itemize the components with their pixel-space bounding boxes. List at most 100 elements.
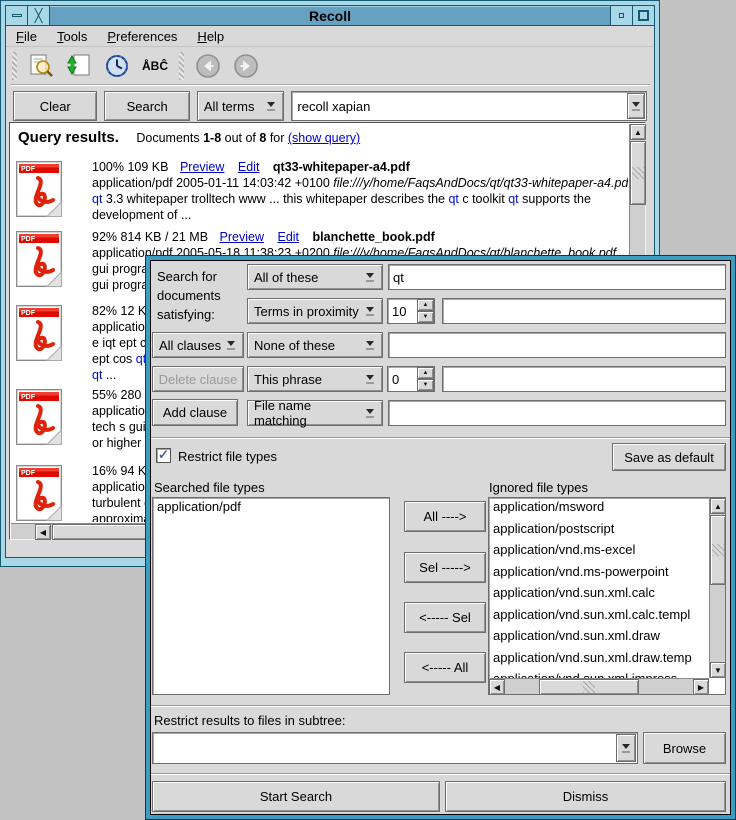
subtree-label: Restrict results to files in subtree: [154,713,345,728]
save-as-default-button[interactable]: Save as default [612,443,726,471]
result-meta: 92% 814 KB / 21 MB [92,230,208,244]
search-button[interactable]: Search [104,91,189,121]
clause-type-combo-5[interactable]: File name matching [247,400,383,426]
list-item[interactable]: application/vnd.ms-powerpoint [489,563,709,585]
clause-value-field-2[interactable] [442,298,726,324]
query-combo-arrow[interactable] [627,93,645,119]
clear-button[interactable]: Clear [13,91,97,121]
result-mime: application/pdf 2005-01-11 14:03:42 +010… [92,176,333,190]
chevron-down-icon [364,375,376,384]
menu-help[interactable]: Help [197,29,224,44]
scroll-left-icon[interactable]: ◀ [35,524,51,540]
move-all-right-button[interactable]: All ----> [404,501,486,532]
menu-file[interactable]: File [16,29,37,44]
move-sel-left-button[interactable]: <----- Sel [404,602,486,633]
forward-icon[interactable] [232,53,260,79]
results-header: Query results. Documents 1-8 out of 8 fo… [18,129,360,146]
pdf-icon[interactable] [16,465,62,521]
toolbar-drag-handle-2[interactable] [179,52,184,80]
menu-preferences[interactable]: Preferences [107,29,177,44]
subtree-combo-arrow[interactable] [616,734,636,762]
pdf-icon[interactable] [16,161,62,217]
searched-file-types-list[interactable]: application/pdf [152,497,390,695]
scrollbar-thumb[interactable] [52,524,148,540]
spin-down-icon[interactable]: ▼ [417,311,434,323]
delete-clause-button[interactable]: Delete clause [152,366,244,392]
ignored-file-types-list[interactable]: application/msword application/postscrip… [488,497,726,695]
list-item[interactable]: application/msword [489,498,709,520]
toolbar-drag-handle[interactable] [12,52,17,80]
clause-value-field-3[interactable] [388,332,726,358]
scroll-left-icon[interactable]: ◀ [489,679,505,695]
pdf-icon[interactable] [16,231,62,287]
ignored-hscrollbar[interactable]: ◀ ▶ [489,678,709,694]
add-clause-button[interactable]: Add clause [152,399,238,426]
list-item[interactable]: application/postscript [489,520,709,542]
results-title: Query results. [18,129,119,146]
preview-link[interactable]: Preview [220,230,264,244]
separator [151,773,730,775]
clause-value-field-1[interactable] [388,264,726,290]
query-combo[interactable] [291,91,647,121]
spin-up-icon[interactable]: ▲ [417,367,434,379]
satisfying-label: Search for documents satisfying: [157,267,251,324]
move-sel-right-button[interactable]: Sel -----> [404,552,486,583]
list-item[interactable]: application/vnd.sun.xml.calc [489,584,709,606]
subtree-input[interactable] [154,734,610,762]
menu-tools[interactable]: Tools [57,29,87,44]
list-item[interactable]: application/vnd.sun.xml.draw [489,627,709,649]
pdf-icon[interactable] [16,389,62,445]
scrollbar-thumb[interactable] [539,679,639,695]
search-type-combo[interactable]: All terms [197,91,285,121]
maximize-icon[interactable] [632,6,654,25]
clause-type-combo-2[interactable]: Terms in proximity [247,298,383,324]
proximity-spinbox[interactable]: ▲▼ [387,298,435,324]
chevron-down-icon [620,744,632,753]
edit-link[interactable]: Edit [277,230,299,244]
title-bar[interactable]: ╳ Recoll [5,5,655,26]
document-preview-icon[interactable] [27,53,55,79]
clause-value-field-4[interactable] [442,366,726,392]
scroll-right-icon[interactable]: ▶ [693,679,709,695]
list-item[interactable]: application/vnd.sun.xml.impress [489,670,709,678]
edit-link[interactable]: Edit [238,160,260,174]
query-input[interactable] [293,93,623,119]
chevron-down-icon [364,409,376,418]
close-icon[interactable]: ╳ [28,6,50,25]
document-update-icon[interactable] [65,53,93,79]
back-icon[interactable] [194,53,222,79]
preview-link[interactable]: Preview [180,160,224,174]
list-item[interactable]: application/vnd.ms-excel [489,541,709,563]
scroll-up-icon[interactable]: ▲ [630,124,646,140]
start-search-button[interactable]: Start Search [152,781,440,812]
dismiss-button[interactable]: Dismiss [445,781,726,812]
history-icon[interactable] [103,53,131,79]
term-explorer-icon[interactable]: ÅBĈ [141,53,169,79]
clause-type-combo-3[interactable]: None of these [247,332,383,358]
scrollbar-thumb[interactable] [630,141,646,205]
scrollbar-thumb[interactable] [710,515,726,585]
scroll-down-icon[interactable]: ▼ [710,662,726,678]
move-all-left-button[interactable]: <----- All [404,652,486,683]
pdf-icon[interactable] [16,305,62,361]
clause-type-combo-4[interactable]: This phrase [247,366,383,392]
restrict-file-types-checkbox[interactable]: ✓ [156,448,171,463]
subtree-combo[interactable] [152,732,638,764]
minimize-icon[interactable] [6,6,28,25]
conjunct-combo[interactable]: All clauses [152,332,244,358]
shade-icon[interactable] [610,6,632,25]
clause-type-combo-1[interactable]: All of these [247,264,383,290]
browse-button[interactable]: Browse [643,732,726,764]
results-count[interactable]: Documents 1-8 out of 8 for (show query) [136,131,360,145]
list-item[interactable]: application/vnd.sun.xml.draw.temp [489,649,709,671]
result-meta: 100% 109 KB [92,160,168,174]
list-item[interactable]: application/vnd.sun.xml.calc.templ [489,606,709,628]
spin-up-icon[interactable]: ▲ [417,299,434,311]
list-item[interactable]: application/pdf [153,498,389,520]
separator [151,437,730,439]
ignored-vscrollbar[interactable]: ▲ ▼ [709,498,725,678]
clause-value-field-5[interactable] [388,400,726,426]
scroll-up-icon[interactable]: ▲ [710,498,726,514]
phrase-slack-spinbox[interactable]: ▲▼ [387,366,435,392]
spin-down-icon[interactable]: ▼ [417,379,434,391]
